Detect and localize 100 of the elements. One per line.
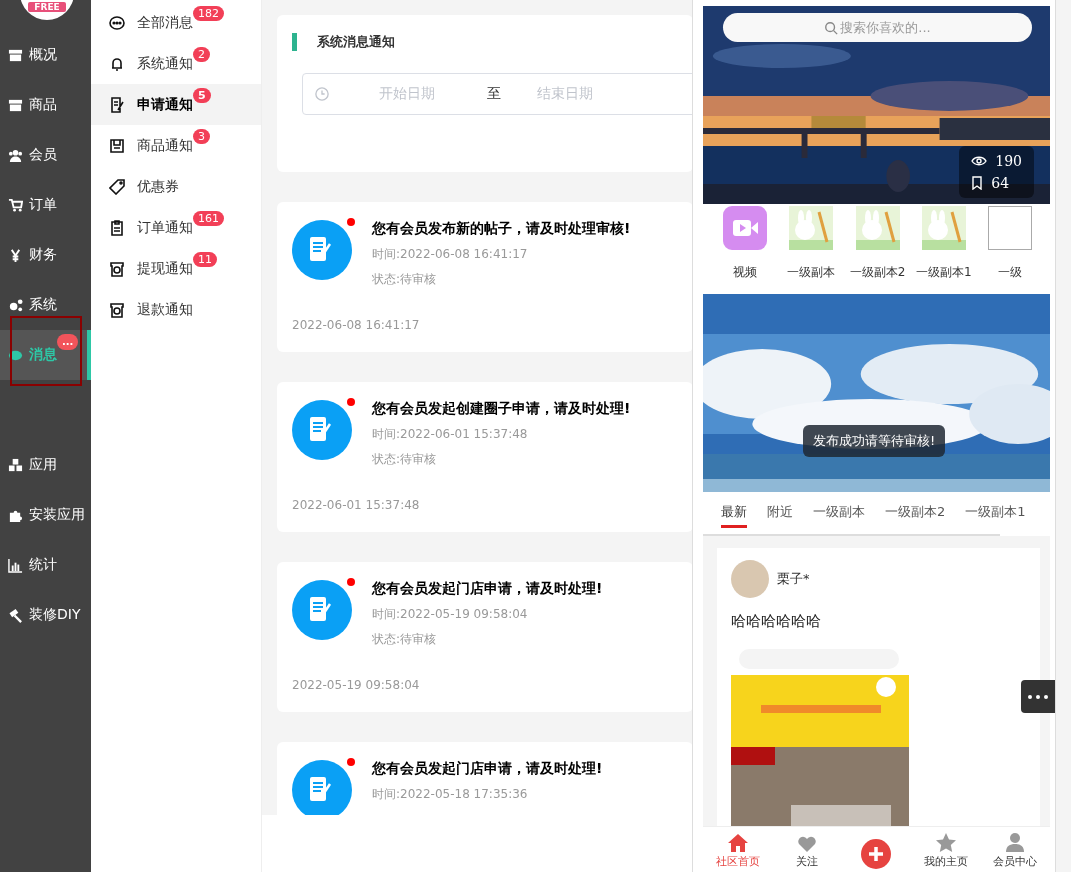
submenu-item[interactable]: 商品通知 3 (91, 125, 261, 166)
shortcut-item[interactable]: 一级 (980, 206, 1040, 292)
count-badge: 3 (193, 129, 210, 144)
highlight-frame (10, 316, 82, 386)
document-edit-icon (292, 400, 352, 460)
sidebar-item[interactable]: 系统 (0, 280, 91, 330)
count-badge: 2 (193, 47, 210, 62)
tag-icon (109, 178, 125, 195)
feed-tab[interactable]: 一级副本2 (885, 498, 946, 528)
floppy-icon (109, 137, 125, 154)
submenu-item[interactable]: 系统通知 2 (91, 43, 261, 84)
notification-date: 2022-06-08 16:41:17 (292, 318, 420, 332)
count-badge: 161 (193, 211, 224, 226)
shortcut-item[interactable]: 一级副本 (781, 206, 842, 292)
eye-icon (971, 155, 988, 167)
video-camera-icon (723, 206, 767, 250)
nav-item[interactable]: 我的主页 (915, 833, 976, 872)
notification-card[interactable]: 您有会员发起门店申请，请及时处理! 时间:2022-05-19 09:58:04 状态:待审核 2022-05-19 09:58:04 (277, 562, 693, 712)
person-icon (1006, 832, 1025, 852)
document-edit-icon (292, 220, 352, 280)
feed-tab[interactable]: 最新 (721, 498, 747, 528)
clipboard-icon (109, 219, 125, 236)
notification-time: 时间:2022-05-18 17:35:36 (372, 786, 529, 803)
nav-item[interactable]: 关注 (777, 836, 838, 872)
notification-status: 状态:待审核 (372, 631, 438, 648)
notification-time: 时间:2022-06-01 15:37:48 (372, 426, 529, 443)
sidebar-item[interactable]: 商品 (0, 80, 91, 130)
star-icon (935, 833, 956, 852)
notification-status: 状态:待审核 (372, 451, 438, 468)
count-badge: 182 (193, 6, 224, 21)
sidebar-item[interactable]: 财务 (0, 230, 91, 280)
view-count: 190 (995, 153, 1022, 169)
logo-badge: FREE (28, 2, 66, 12)
tray-icon (109, 260, 125, 277)
notification-title: 您有会员发起门店申请，请及时处理! (372, 760, 603, 778)
gears-icon (8, 297, 23, 313)
feed-tab[interactable]: 一级副本1 (965, 498, 1026, 528)
bar-chart-icon (8, 557, 23, 573)
sidebar-item[interactable]: 安装应用 (0, 490, 91, 540)
accent-bar (292, 33, 297, 51)
section-title: 系统消息通知 (317, 33, 395, 51)
users-icon (8, 147, 23, 163)
sidebar-item[interactable]: 统计 (0, 540, 91, 590)
shortcut-item[interactable]: 视频 (715, 206, 775, 292)
bookmark-icon (971, 176, 984, 190)
sidebar-item[interactable]: 应用 (0, 440, 91, 490)
count-badge: ... (57, 334, 79, 350)
nav-item[interactable]: 社区首页 (707, 834, 768, 872)
notification-date: 2022-06-01 15:37:48 (292, 498, 420, 512)
submenu-item[interactable]: 申请通知 5 (91, 84, 261, 125)
notification-title: 您有会员发布新的帖子，请及时处理审核! (372, 220, 631, 238)
post-text: 哈哈哈哈哈哈 (731, 612, 822, 631)
shortcut-item[interactable]: 一级副本2 (847, 206, 908, 292)
empty-thumbnail (988, 206, 1032, 250)
notification-card[interactable]: 您有会员发布新的帖子，请及时处理审核! 时间:2022-06-08 16:41:17 状态:待审核 2022-06-08 16:41:17 (277, 202, 693, 352)
submenu-item[interactable]: 提现通知 11 (91, 248, 261, 289)
submenu-item[interactable]: 订单通知 161 (91, 207, 261, 248)
document-icon (109, 96, 125, 113)
date-range-field[interactable]: 开始日期 至 结束日期 (302, 73, 693, 115)
sidebar-item[interactable]: 会员 (0, 130, 91, 180)
save-count: 64 (991, 175, 1010, 191)
cubes-icon (8, 457, 23, 473)
sidebar-item[interactable]: 订单 (0, 180, 91, 230)
avatar (731, 560, 769, 598)
yen-icon (8, 247, 23, 263)
feed-tab[interactable]: 附近 (767, 498, 793, 528)
count-badge: 11 (193, 252, 217, 267)
home-icon (727, 834, 748, 852)
notification-title: 您有会员发起门店申请，请及时处理! (372, 580, 603, 598)
sidebar-item[interactable]: 概况 (0, 30, 91, 80)
archive-icon (8, 47, 23, 63)
sidebar-item[interactable]: 装修DIY (0, 590, 91, 640)
heart-icon (798, 836, 817, 852)
notification-card[interactable]: 您有会员发起门店申请，请及时处理! 时间:2022-05-18 17:35:36 (277, 742, 693, 815)
nav-item[interactable]: 会员中心 (985, 832, 1046, 872)
cart-icon (8, 197, 23, 213)
notification-time: 时间:2022-05-19 09:58:04 (372, 606, 529, 623)
notification-status: 状态:待审核 (372, 271, 438, 288)
submenu-item[interactable]: 优惠券 (91, 166, 261, 207)
hammer-icon (8, 607, 23, 623)
shortcut-item[interactable]: 一级副本1 (913, 206, 974, 292)
submenu-item[interactable]: 退款通知 (91, 289, 261, 330)
notification-date: 2022-05-19 09:58:04 (292, 678, 420, 692)
toast-message: 发布成功请等待审核! (803, 425, 946, 457)
more-button[interactable] (1021, 680, 1055, 713)
count-badge: 5 (193, 88, 211, 103)
chat-icon (109, 14, 125, 31)
search-icon (824, 20, 839, 35)
clock-icon (315, 87, 329, 101)
notification-time: 时间:2022-06-08 16:41:17 (372, 246, 529, 263)
tray-icon (109, 301, 125, 318)
feed-tab[interactable]: 一级副本 (813, 498, 865, 528)
notification-title: 您有会员发起创建圈子申请，请及时处理! (372, 400, 631, 418)
submenu-item[interactable]: 全部消息 182 (91, 2, 261, 43)
bell-icon (109, 55, 125, 72)
archive-icon (8, 97, 23, 113)
notification-card[interactable]: 您有会员发起创建圈子申请，请及时处理! 时间:2022-06-01 15:37:48 状态:待审核 2022-06-01 15:37:48 (277, 382, 693, 532)
add-icon (861, 839, 892, 869)
author-name: 栗子* (777, 570, 810, 588)
more-icon (1028, 694, 1048, 699)
